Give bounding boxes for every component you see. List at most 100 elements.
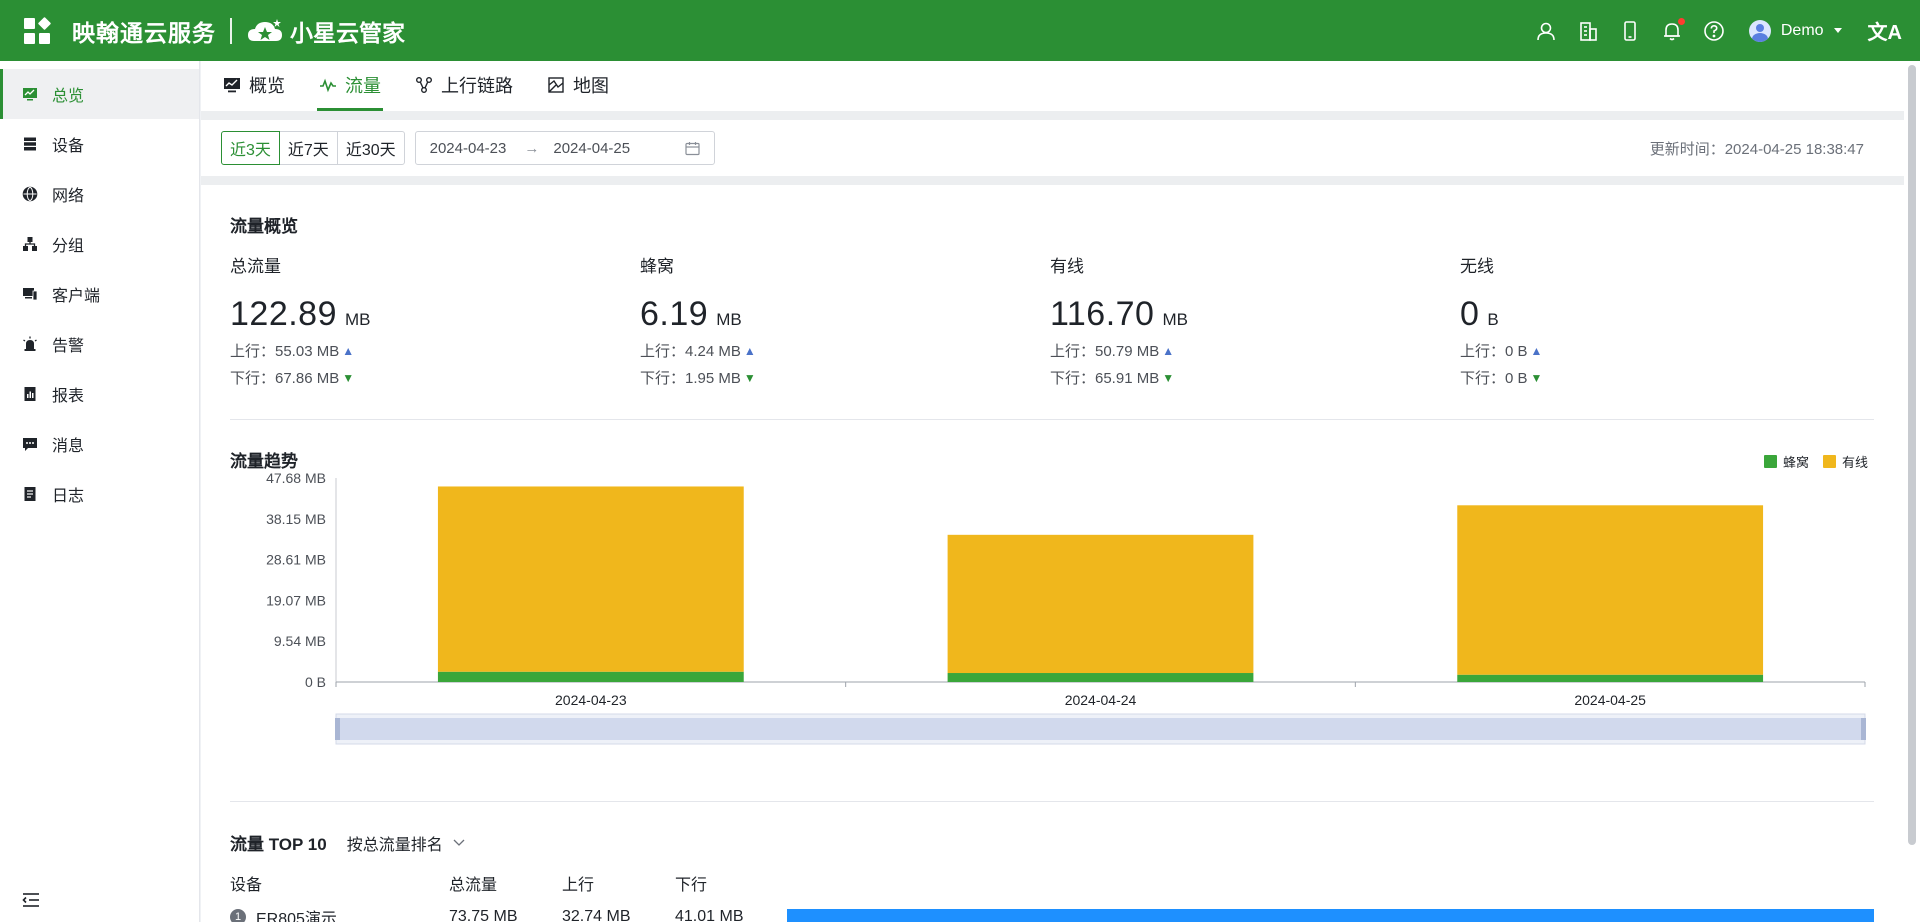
stat-label: 蜂窝 — [640, 257, 674, 276]
stat-upload: 上行：55.03 MB — [230, 343, 340, 360]
organization-icon[interactable] — [1577, 20, 1599, 42]
sidebar-item-alarms[interactable]: 告警 — [0, 319, 199, 369]
stat-download: 下行：1.95 MB — [640, 370, 741, 387]
collapse-menu-icon[interactable] — [22, 892, 40, 908]
monitor-icon — [22, 86, 38, 102]
start-date[interactable]: 2024-04-23 — [430, 140, 507, 157]
y-tick-label: 0 B — [305, 674, 326, 690]
y-tick-label: 9.54 MB — [274, 633, 326, 649]
tab-uplink[interactable]: 上行链路 — [413, 61, 515, 111]
traffic-trend-chart: 0 B 9.54 MB 19.07 MB 28.61 MB 38.15 MB 47.68 … — [266, 470, 1866, 745]
sidebar-item-label: 告警 — [52, 338, 85, 355]
zoom-slider-selection — [336, 718, 1865, 740]
stat-label: 无线 — [1460, 257, 1494, 276]
stat-unit: MB — [716, 310, 742, 329]
bar-cellular — [437, 671, 744, 682]
y-tick-label: 19.07 MB — [266, 592, 326, 608]
sidebar-item-label: 分组 — [52, 238, 85, 255]
sidebar: 总览 设备 网络 分组 客户端 告警 报表 消息 日志 — [0, 61, 200, 922]
stat-upload: 上行：50.79 MB — [1050, 343, 1160, 360]
tab-traffic[interactable]: 流量 — [317, 61, 383, 111]
table-row[interactable]: 1 ER805演示 73.75 MB 32.74 MB 41.01 MB — [230, 905, 1874, 922]
device-name[interactable]: ER805演示 — [256, 905, 337, 922]
range-7-days-button[interactable]: 近7天 — [278, 131, 338, 165]
sort-select[interactable]: 按总流量排名 — [347, 831, 465, 855]
sidebar-item-clients[interactable]: 客户端 — [0, 269, 199, 319]
stat-unit: MB — [1162, 310, 1188, 329]
server-icon — [22, 136, 38, 152]
chevron-down-icon — [453, 839, 465, 846]
stat-download: 下行：0 B — [1460, 370, 1528, 387]
sidebar-item-groups[interactable]: 分组 — [0, 219, 199, 269]
column-header-total: 总流量 — [449, 877, 498, 894]
notification-badge — [1677, 17, 1685, 25]
sidebar-item-devices[interactable]: 设备 — [0, 119, 199, 169]
main-panel: 概览 流量 上行链路 地图 近3天 近7天 近30天 2024-04-23 → … — [201, 61, 1904, 922]
sidebar-item-label: 客户端 — [52, 288, 101, 305]
sidebar-item-reports[interactable]: 报表 — [0, 369, 199, 419]
traffic-bar — [787, 909, 1874, 922]
map-icon — [547, 76, 565, 94]
sidebar-item-label: 日志 — [52, 488, 85, 505]
language-switch-icon[interactable]: 文A — [1868, 16, 1902, 45]
stat-value: 122.89 — [230, 295, 337, 333]
uplink-icon — [415, 76, 433, 94]
date-range-picker[interactable]: 2024-04-23 → 2024-04-25 — [414, 131, 715, 165]
user-account-icon[interactable] — [1535, 20, 1557, 42]
sidebar-item-logs[interactable]: 日志 — [0, 469, 199, 519]
page-scrollbar[interactable] — [1904, 61, 1920, 922]
column-header-device: 设备 — [230, 877, 263, 894]
tab-map[interactable]: 地图 — [545, 61, 611, 111]
y-tick-label: 28.61 MB — [266, 552, 326, 568]
traffic-overview-section: 流量概览 总流量 122.89 MB 上行：55.03 MB ▲ 下行：67.86 … — [230, 185, 1874, 420]
sidebar-item-overview[interactable]: 总览 — [0, 69, 199, 119]
bar-wired — [947, 534, 1254, 674]
arrow-up-icon: ▲ — [342, 343, 355, 358]
x-tick-label: 2024-04-23 — [555, 692, 627, 708]
rank-badge: 1 — [230, 909, 246, 922]
tab-overview[interactable]: 概览 — [221, 61, 287, 111]
range-3-days-button[interactable]: 近3天 — [221, 131, 280, 165]
message-icon — [22, 436, 38, 452]
calendar-icon[interactable] — [685, 141, 700, 156]
arrow-up-icon: ▲ — [743, 343, 756, 358]
stat-value: 116.70 — [1050, 295, 1155, 333]
mobile-device-icon[interactable] — [1619, 20, 1641, 42]
user-name[interactable]: Demo — [1781, 22, 1824, 40]
user-avatar[interactable] — [1748, 19, 1771, 42]
stat-wireless: 无线 0B 上行：0 B ▲ 下行：0 B ▼ — [1460, 252, 1870, 388]
range-30-days-button[interactable]: 近30天 — [336, 131, 405, 165]
apps-grid-icon[interactable] — [24, 16, 52, 44]
tab-bar: 概览 流量 上行链路 地图 — [201, 61, 1904, 120]
arrow-down-icon: ▼ — [1162, 370, 1175, 385]
user-menu-caret-icon[interactable] — [1833, 28, 1842, 33]
notification-bell-icon[interactable] — [1661, 17, 1685, 42]
help-icon[interactable] — [1703, 20, 1725, 42]
scrollbar-thumb[interactable] — [1908, 65, 1916, 845]
x-tick-label: 2024-04-25 — [1574, 692, 1646, 708]
arrow-up-icon: ▲ — [1530, 343, 1543, 358]
upload-traffic: 32.74 MB — [562, 908, 631, 922]
stat-download: 下行：65.91 MB — [1050, 370, 1160, 387]
sidebar-item-network[interactable]: 网络 — [0, 169, 199, 219]
bar-cellular — [1457, 674, 1764, 682]
date-range-arrow: → — [524, 139, 540, 157]
brand-divider — [230, 17, 232, 44]
filter-bar: 近3天 近7天 近30天 2024-04-23 → 2024-04-25 更新时… — [201, 120, 1904, 185]
client-icon — [22, 286, 38, 302]
bar-wired — [1457, 505, 1764, 675]
stat-upload: 上行：0 B — [1460, 343, 1528, 360]
stat-wired: 有线 116.70 MB 上行：50.79 MB ▲ 下行：65.91 MB ▼ — [1050, 252, 1460, 388]
top10-title: 流量 TOP 10 — [230, 835, 327, 854]
alarm-icon — [22, 336, 38, 352]
stat-cellular: 蜂窝 6.19 MB 上行：4.24 MB ▲ 下行：1.95 MB ▼ — [640, 252, 1050, 388]
stat-label: 总流量 — [230, 257, 281, 276]
end-date[interactable]: 2024-04-25 — [553, 140, 630, 157]
sidebar-item-messages[interactable]: 消息 — [0, 419, 199, 469]
traffic-top10-section: 流量 TOP 10 按总流量排名 设备 总流量 上行 下行 1 ER805演示 … — [230, 802, 1874, 922]
log-icon — [22, 486, 38, 502]
product-name: 小星云管家 — [290, 19, 405, 46]
globe-icon — [22, 186, 38, 202]
report-icon — [22, 386, 38, 402]
table-header: 设备 总流量 上行 下行 — [230, 871, 1874, 895]
